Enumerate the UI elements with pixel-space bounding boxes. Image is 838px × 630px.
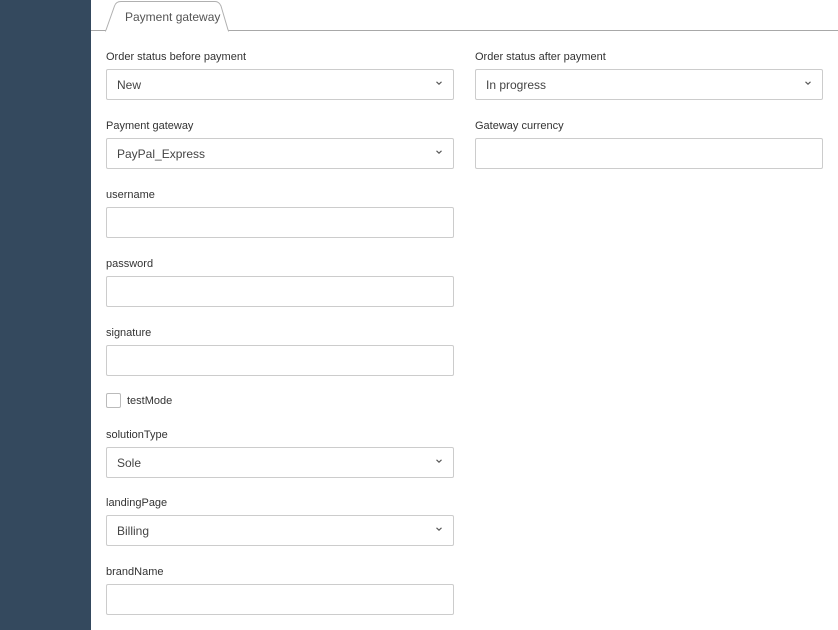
username-input[interactable] — [106, 207, 454, 238]
signature-input[interactable] — [106, 345, 454, 376]
tab-label: Payment gateway — [125, 10, 221, 24]
chevron-down-icon — [436, 150, 442, 154]
test-mode-checkbox[interactable] — [106, 393, 121, 408]
test-mode-label: testMode — [127, 395, 173, 407]
chevron-down-icon — [436, 459, 442, 463]
chevron-down-icon — [436, 527, 442, 531]
username-label: username — [106, 189, 155, 201]
order-status-after-select[interactable]: In progress — [475, 69, 823, 100]
landing-page-label: landingPage — [106, 497, 168, 509]
payment-gateway-value: PayPal_Express — [117, 147, 206, 161]
brand-name-label: brandName — [106, 566, 164, 578]
solution-type-label: solutionType — [106, 429, 168, 441]
sidebar — [0, 0, 91, 630]
solution-type-select[interactable]: Sole — [106, 447, 454, 478]
payment-gateway-label: Payment gateway — [106, 120, 194, 132]
order-status-before-label: Order status before payment — [106, 51, 247, 63]
payment-gateway-select[interactable]: PayPal_Express — [106, 138, 454, 169]
chevron-down-icon — [436, 81, 442, 85]
password-input[interactable] — [106, 276, 454, 307]
order-status-after-value: In progress — [486, 78, 547, 92]
brand-name-input[interactable] — [106, 584, 454, 615]
order-status-before-select[interactable]: New — [106, 69, 454, 100]
landing-page-select[interactable]: Billing — [106, 515, 454, 546]
chevron-down-icon — [805, 81, 811, 85]
order-status-before-value: New — [117, 78, 142, 92]
gateway-currency-label: Gateway currency — [475, 120, 564, 132]
password-label: password — [106, 258, 154, 270]
main-content: Payment gateway Order status before paym… — [91, 0, 838, 630]
tab-payment-gateway[interactable]: Payment gateway — [115, 1, 227, 31]
signature-label: signature — [106, 327, 152, 339]
tab-bar: Payment gateway — [91, 0, 838, 32]
gateway-currency-input[interactable] — [475, 138, 823, 169]
order-status-after-label: Order status after payment — [475, 51, 606, 63]
landing-page-value: Billing — [117, 524, 150, 538]
solution-type-value: Sole — [117, 456, 142, 470]
